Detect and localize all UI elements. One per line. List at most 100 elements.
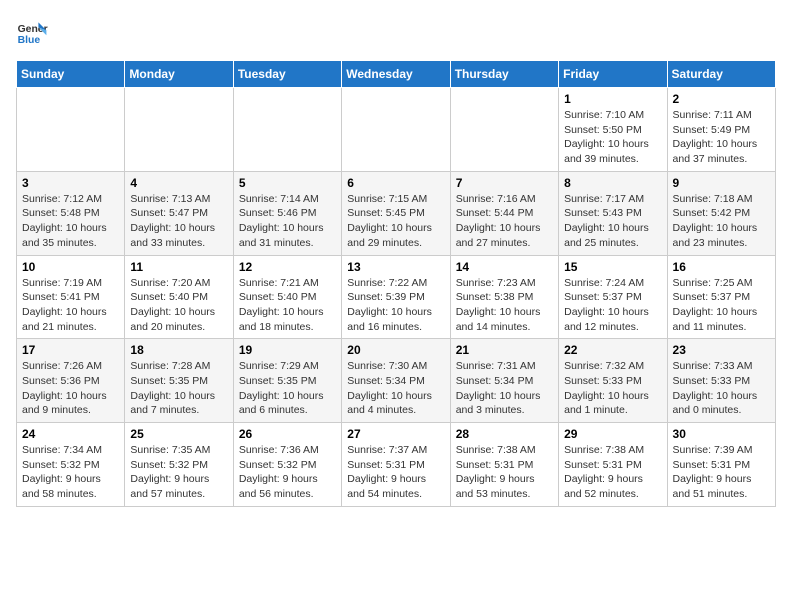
calendar-cell: 24 Sunrise: 7:34 AM Sunset: 5:32 PM Dayli… <box>17 423 125 507</box>
calendar-cell <box>450 88 558 172</box>
day-number: 28 <box>456 427 553 441</box>
calendar-cell <box>342 88 450 172</box>
calendar-cell: 30 Sunrise: 7:39 AM Sunset: 5:31 PM Dayli… <box>667 423 775 507</box>
day-info: Sunrise: 7:20 AM Sunset: 5:40 PM Dayligh… <box>130 276 227 335</box>
day-info: Sunrise: 7:14 AM Sunset: 5:46 PM Dayligh… <box>239 192 336 251</box>
calendar-cell: 21Sunrise: 7:31 AM Sunset: 5:34 PM Dayli… <box>450 339 558 423</box>
calendar-cell: 22Sunrise: 7:32 AM Sunset: 5:33 PM Dayli… <box>559 339 667 423</box>
day-number: 24 <box>22 427 119 441</box>
day-info: Sunrise: 7:11 AM Sunset: 5:49 PM Dayligh… <box>673 108 770 167</box>
calendar-cell: 23Sunrise: 7:33 AM Sunset: 5:33 PM Dayli… <box>667 339 775 423</box>
day-info: Sunrise: 7:23 AM Sunset: 5:38 PM Dayligh… <box>456 276 553 335</box>
day-number: 12 <box>239 260 336 274</box>
calendar-cell: 16 Sunrise: 7:25 AM Sunset: 5:37 PM Dayli… <box>667 255 775 339</box>
day-number: 1 <box>564 92 661 106</box>
day-number: 4 <box>130 176 227 190</box>
day-info: Sunrise: 7:29 AM Sunset: 5:35 PM Dayligh… <box>239 359 336 418</box>
day-number: 5 <box>239 176 336 190</box>
day-number: 16 <box>673 260 770 274</box>
weekday-header-row: SundayMondayTuesdayWednesdayThursdayFrid… <box>17 61 776 88</box>
day-info: Sunrise: 7:38 AM Sunset: 5:31 PM Dayligh… <box>564 443 661 502</box>
day-info: Sunrise: 7:19 AM Sunset: 5:41 PM Dayligh… <box>22 276 119 335</box>
svg-text:Blue: Blue <box>18 35 41 46</box>
weekday-header: Friday <box>559 61 667 88</box>
calendar-cell: 26 Sunrise: 7:36 AM Sunset: 5:32 PM Dayli… <box>233 423 341 507</box>
day-number: 26 <box>239 427 336 441</box>
day-info: Sunrise: 7:28 AM Sunset: 5:35 PM Dayligh… <box>130 359 227 418</box>
calendar-cell <box>233 88 341 172</box>
day-info: Sunrise: 7:25 AM Sunset: 5:37 PM Dayligh… <box>673 276 770 335</box>
day-info: Sunrise: 7:10 AM Sunset: 5:50 PM Dayligh… <box>564 108 661 167</box>
day-info: Sunrise: 7:13 AM Sunset: 5:47 PM Dayligh… <box>130 192 227 251</box>
calendar-cell: 5 Sunrise: 7:14 AM Sunset: 5:46 PM Daylig… <box>233 171 341 255</box>
calendar-cell: 12 Sunrise: 7:21 AM Sunset: 5:40 PM Dayli… <box>233 255 341 339</box>
calendar-week-row: 24 Sunrise: 7:34 AM Sunset: 5:32 PM Dayli… <box>17 423 776 507</box>
weekday-header: Wednesday <box>342 61 450 88</box>
day-number: 9 <box>673 176 770 190</box>
calendar-cell: 8Sunrise: 7:17 AM Sunset: 5:43 PM Daylig… <box>559 171 667 255</box>
calendar-week-row: 1 Sunrise: 7:10 AM Sunset: 5:50 PM Daylig… <box>17 88 776 172</box>
calendar-cell: 25 Sunrise: 7:35 AM Sunset: 5:32 PM Dayli… <box>125 423 233 507</box>
calendar-cell: 29 Sunrise: 7:38 AM Sunset: 5:31 PM Dayli… <box>559 423 667 507</box>
day-info: Sunrise: 7:36 AM Sunset: 5:32 PM Dayligh… <box>239 443 336 502</box>
day-number: 3 <box>22 176 119 190</box>
day-info: Sunrise: 7:35 AM Sunset: 5:32 PM Dayligh… <box>130 443 227 502</box>
day-number: 18 <box>130 343 227 357</box>
calendar-cell: 9 Sunrise: 7:18 AM Sunset: 5:42 PM Daylig… <box>667 171 775 255</box>
calendar-cell: 10 Sunrise: 7:19 AM Sunset: 5:41 PM Dayli… <box>17 255 125 339</box>
day-number: 14 <box>456 260 553 274</box>
day-number: 30 <box>673 427 770 441</box>
weekday-header: Tuesday <box>233 61 341 88</box>
day-number: 13 <box>347 260 444 274</box>
calendar-cell: 2Sunrise: 7:11 AM Sunset: 5:49 PM Daylig… <box>667 88 775 172</box>
calendar-table: SundayMondayTuesdayWednesdayThursdayFrid… <box>16 60 776 507</box>
page-header: General Blue <box>16 16 776 48</box>
day-info: Sunrise: 7:22 AM Sunset: 5:39 PM Dayligh… <box>347 276 444 335</box>
calendar-cell: 19Sunrise: 7:29 AM Sunset: 5:35 PM Dayli… <box>233 339 341 423</box>
day-number: 22 <box>564 343 661 357</box>
calendar-cell: 14 Sunrise: 7:23 AM Sunset: 5:38 PM Dayli… <box>450 255 558 339</box>
calendar-cell: 18 Sunrise: 7:28 AM Sunset: 5:35 PM Dayli… <box>125 339 233 423</box>
day-info: Sunrise: 7:12 AM Sunset: 5:48 PM Dayligh… <box>22 192 119 251</box>
day-info: Sunrise: 7:18 AM Sunset: 5:42 PM Dayligh… <box>673 192 770 251</box>
calendar-cell: 6 Sunrise: 7:15 AM Sunset: 5:45 PM Daylig… <box>342 171 450 255</box>
calendar-cell: 20 Sunrise: 7:30 AM Sunset: 5:34 PM Dayli… <box>342 339 450 423</box>
day-number: 23 <box>673 343 770 357</box>
logo-icon: General Blue <box>16 16 48 48</box>
calendar-cell: 17 Sunrise: 7:26 AM Sunset: 5:36 PM Dayli… <box>17 339 125 423</box>
day-info: Sunrise: 7:26 AM Sunset: 5:36 PM Dayligh… <box>22 359 119 418</box>
calendar-cell: 27 Sunrise: 7:37 AM Sunset: 5:31 PM Dayli… <box>342 423 450 507</box>
day-number: 27 <box>347 427 444 441</box>
day-number: 15 <box>564 260 661 274</box>
calendar-cell <box>125 88 233 172</box>
day-number: 25 <box>130 427 227 441</box>
weekday-header: Saturday <box>667 61 775 88</box>
day-number: 10 <box>22 260 119 274</box>
day-number: 6 <box>347 176 444 190</box>
day-info: Sunrise: 7:30 AM Sunset: 5:34 PM Dayligh… <box>347 359 444 418</box>
day-info: Sunrise: 7:16 AM Sunset: 5:44 PM Dayligh… <box>456 192 553 251</box>
calendar-cell: 11 Sunrise: 7:20 AM Sunset: 5:40 PM Dayli… <box>125 255 233 339</box>
day-info: Sunrise: 7:21 AM Sunset: 5:40 PM Dayligh… <box>239 276 336 335</box>
day-number: 29 <box>564 427 661 441</box>
day-number: 11 <box>130 260 227 274</box>
day-number: 17 <box>22 343 119 357</box>
calendar-cell: 1 Sunrise: 7:10 AM Sunset: 5:50 PM Daylig… <box>559 88 667 172</box>
day-number: 20 <box>347 343 444 357</box>
calendar-cell: 4 Sunrise: 7:13 AM Sunset: 5:47 PM Daylig… <box>125 171 233 255</box>
calendar-cell: 13 Sunrise: 7:22 AM Sunset: 5:39 PM Dayli… <box>342 255 450 339</box>
day-number: 21 <box>456 343 553 357</box>
day-info: Sunrise: 7:17 AM Sunset: 5:43 PM Dayligh… <box>564 192 661 251</box>
day-info: Sunrise: 7:34 AM Sunset: 5:32 PM Dayligh… <box>22 443 119 502</box>
calendar-cell: 3 Sunrise: 7:12 AM Sunset: 5:48 PM Daylig… <box>17 171 125 255</box>
calendar-cell: 28 Sunrise: 7:38 AM Sunset: 5:31 PM Dayli… <box>450 423 558 507</box>
logo: General Blue <box>16 16 48 48</box>
day-info: Sunrise: 7:38 AM Sunset: 5:31 PM Dayligh… <box>456 443 553 502</box>
calendar-cell: 15 Sunrise: 7:24 AM Sunset: 5:37 PM Dayli… <box>559 255 667 339</box>
day-info: Sunrise: 7:24 AM Sunset: 5:37 PM Dayligh… <box>564 276 661 335</box>
day-info: Sunrise: 7:15 AM Sunset: 5:45 PM Dayligh… <box>347 192 444 251</box>
calendar-cell <box>17 88 125 172</box>
weekday-header: Thursday <box>450 61 558 88</box>
day-info: Sunrise: 7:37 AM Sunset: 5:31 PM Dayligh… <box>347 443 444 502</box>
day-info: Sunrise: 7:39 AM Sunset: 5:31 PM Dayligh… <box>673 443 770 502</box>
